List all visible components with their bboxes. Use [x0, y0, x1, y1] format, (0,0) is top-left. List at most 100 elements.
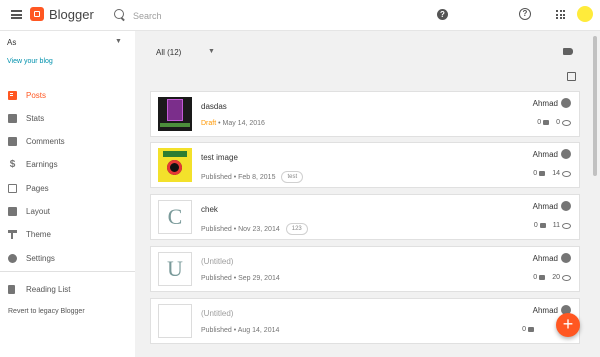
- post-row[interactable]: (Untitled) Published • Aug 14, 2014 Ahma…: [150, 298, 580, 344]
- post-title[interactable]: test image: [201, 153, 238, 162]
- post-author: Ahmad: [532, 306, 558, 315]
- bookmark-icon: [8, 285, 15, 294]
- post-date: Feb 8, 2015: [238, 173, 276, 181]
- revert-legacy-link[interactable]: Revert to legacy Blogger: [8, 308, 85, 315]
- comment-count: 0: [522, 326, 526, 333]
- scrollbar-thumb[interactable]: [593, 36, 597, 176]
- sidebar-item-settings[interactable]: Settings: [0, 251, 135, 267]
- layout-icon: [8, 207, 17, 216]
- sidebar-item-label: Pages: [26, 184, 49, 193]
- comment-count: 0: [533, 222, 538, 229]
- comment-icon: [543, 120, 550, 125]
- view-count: 14: [552, 170, 560, 177]
- post-title[interactable]: chek: [201, 205, 218, 214]
- sidebar-item-label: Stats: [26, 114, 45, 123]
- label-icon[interactable]: [563, 48, 573, 55]
- author-avatar: [561, 201, 571, 211]
- author-avatar: [561, 98, 571, 108]
- sidebar-item-label: Comments: [26, 137, 65, 146]
- help-icon[interactable]: ?: [519, 8, 531, 20]
- comment-count: 0: [537, 119, 542, 126]
- sidebar-item-earnings[interactable]: $ Earnings: [0, 157, 135, 173]
- chevron-down-icon[interactable]: ▼: [115, 38, 122, 45]
- menu-icon[interactable]: [11, 10, 22, 19]
- post-meta: Published • Sep 29, 2014: [201, 275, 280, 282]
- author-avatar: [561, 149, 571, 159]
- sidebar-item-posts[interactable]: Posts: [0, 88, 135, 104]
- eye-icon: [562, 274, 571, 281]
- comment-count: 0: [533, 170, 538, 177]
- comment-icon: [528, 327, 534, 332]
- sidebar-item-label: Theme: [26, 230, 51, 239]
- apps-grid-icon[interactable]: [556, 10, 565, 19]
- help-filled-icon[interactable]: ?: [437, 9, 448, 20]
- post-meta: Draft • May 14, 2016: [201, 120, 265, 127]
- post-stats: 0 0: [537, 119, 571, 126]
- view-count: 11: [552, 222, 560, 229]
- account-avatar[interactable]: [577, 6, 593, 22]
- sidebar-item-stats[interactable]: Stats: [0, 111, 135, 127]
- post-thumbnail: C: [158, 200, 192, 234]
- post-author: Ahmad: [532, 150, 558, 159]
- post-date: Sep 29, 2014: [238, 275, 280, 282]
- post-row[interactable]: dasdas Draft • May 14, 2016 Ahmad 0 0: [150, 91, 580, 137]
- post-stats: 0 14: [533, 170, 571, 177]
- settings-icon: [8, 254, 17, 263]
- sidebar-item-label: Settings: [26, 254, 55, 263]
- post-date: May 14, 2016: [222, 120, 265, 127]
- sidebar-item-reading-list[interactable]: Reading List: [0, 282, 135, 298]
- select-all-checkbox[interactable]: [567, 72, 576, 81]
- sidebar-item-comments[interactable]: Comments: [0, 134, 135, 150]
- comment-count: 0: [533, 274, 538, 281]
- post-thumbnail: [158, 148, 192, 182]
- post-status: Published: [201, 225, 232, 233]
- post-row[interactable]: C chek Published • Nov 23, 2014 123 Ahmad…: [150, 194, 580, 240]
- sidebar-item-label: Earnings: [26, 160, 58, 169]
- blogger-logo-icon[interactable]: [30, 7, 44, 21]
- view-blog-link[interactable]: View your blog: [7, 58, 53, 65]
- eye-icon: [562, 222, 571, 229]
- top-app-bar: Blogger ? ?: [0, 0, 600, 31]
- post-row[interactable]: U (Untitled) Published • Sep 29, 2014 Ah…: [150, 246, 580, 292]
- chevron-down-icon[interactable]: ▼: [208, 48, 215, 55]
- eye-icon: [562, 119, 571, 126]
- post-row[interactable]: test image Published • Feb 8, 2015 test A…: [150, 142, 580, 188]
- post-title[interactable]: dasdas: [201, 102, 227, 111]
- sidebar-item-layout[interactable]: Layout: [0, 204, 135, 220]
- post-meta: Published • Feb 8, 2015 test: [201, 171, 304, 183]
- post-thumbnail: U: [158, 252, 192, 286]
- sidebar-item-label: Posts: [26, 91, 47, 100]
- comment-icon: [539, 275, 546, 280]
- post-title[interactable]: (Untitled): [201, 309, 233, 318]
- sidebar: As ▼ View your blog Posts Stats Comments…: [0, 31, 135, 357]
- comment-icon: [539, 223, 546, 228]
- search-input[interactable]: [131, 7, 385, 25]
- sidebar-item-pages[interactable]: Pages: [0, 181, 135, 197]
- new-post-button[interactable]: +: [556, 313, 580, 337]
- post-filter-select[interactable]: All (12): [156, 48, 181, 57]
- search-icon[interactable]: [114, 9, 124, 19]
- sidebar-item-label: Reading List: [26, 285, 71, 294]
- post-status: Draft: [201, 120, 217, 127]
- post-label-chip[interactable]: test: [281, 171, 304, 183]
- post-label-chip[interactable]: 123: [285, 223, 308, 235]
- blog-selector[interactable]: As: [7, 38, 16, 47]
- post-thumbnail: [158, 97, 192, 131]
- sidebar-divider: [0, 271, 135, 272]
- stats-icon: [8, 114, 17, 123]
- eye-icon: [562, 170, 571, 177]
- sidebar-item-theme[interactable]: Theme: [0, 227, 135, 243]
- post-status: Published: [201, 173, 232, 181]
- pages-icon: [8, 184, 17, 193]
- theme-icon: [8, 230, 17, 239]
- post-meta: Published • Aug 14, 2014: [201, 327, 280, 334]
- comments-icon: [8, 137, 17, 146]
- post-author: Ahmad: [532, 254, 558, 263]
- post-stats: 0: [522, 326, 539, 333]
- post-stats: 0 20: [533, 274, 571, 281]
- author-avatar: [561, 253, 571, 263]
- view-count: 20: [552, 274, 560, 281]
- post-meta: Published • Nov 23, 2014 123: [201, 223, 308, 235]
- post-title[interactable]: (Untitled): [201, 257, 233, 266]
- app-title[interactable]: Blogger: [49, 7, 94, 22]
